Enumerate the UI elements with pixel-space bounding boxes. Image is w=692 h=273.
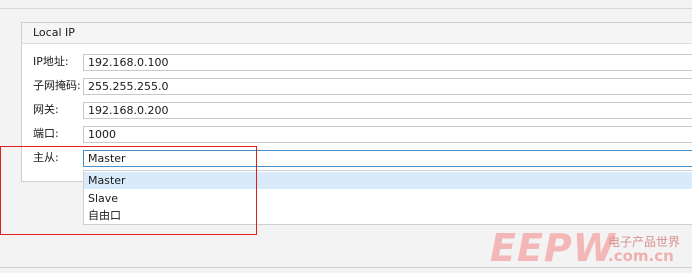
- gateway-field[interactable]: 192.168.0.200: [83, 102, 692, 119]
- ip-address-field[interactable]: 192.168.0.100: [83, 54, 692, 71]
- top-divider: [0, 8, 692, 9]
- watermark-brand: EEPW: [490, 226, 616, 270]
- gateway-label: 网关:: [33, 103, 59, 116]
- subnet-mask-field[interactable]: 255.255.255.0: [83, 78, 692, 95]
- watermark-url: .com.cn: [608, 247, 674, 265]
- group-title: Local IP: [22, 23, 692, 44]
- subnet-mask-label: 子网掩码:: [33, 79, 81, 92]
- port-label: 端口:: [33, 127, 59, 140]
- highlight-box: [0, 146, 257, 235]
- port-field[interactable]: 1000: [83, 126, 692, 143]
- ip-address-label: IP地址:: [33, 55, 69, 68]
- eepw-watermark-logo: EEPW 电子产品世界 .com.cn: [490, 229, 690, 269]
